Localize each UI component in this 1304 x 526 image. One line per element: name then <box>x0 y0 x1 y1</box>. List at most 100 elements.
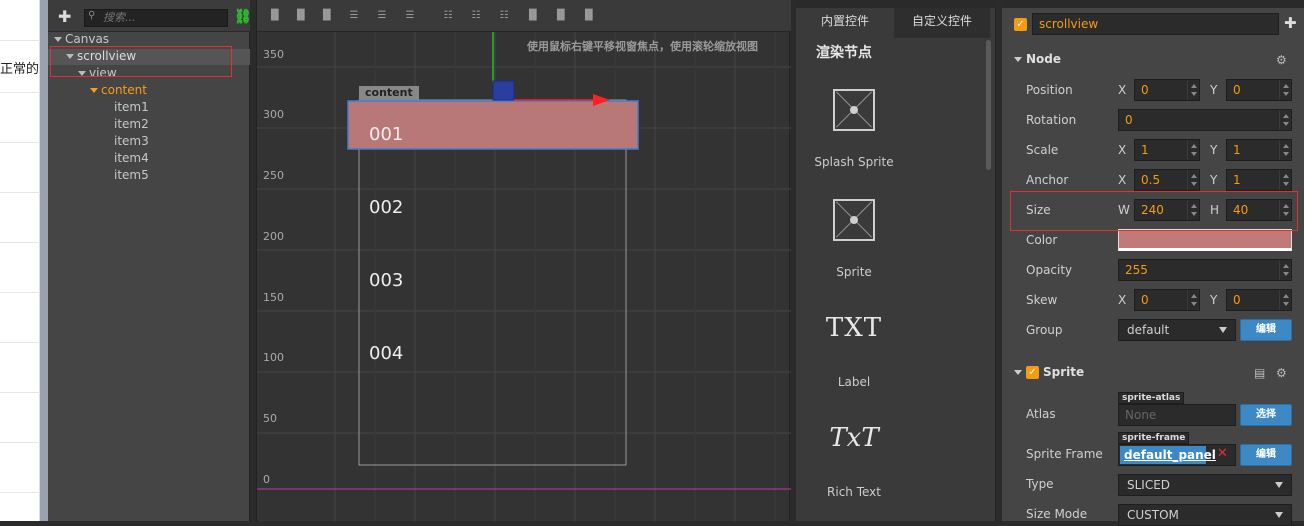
tab-builtin[interactable]: 内置控件 <box>796 8 894 38</box>
stepper-icon[interactable] <box>1187 80 1199 100</box>
align-left-icon[interactable]: ▐▌ <box>267 10 282 22</box>
align-vcenter-icon[interactable]: ☷ <box>469 10 483 22</box>
hierarchy-search-input[interactable]: 搜索... <box>84 9 228 27</box>
edit-sprite-frame-button[interactable]: 编辑 <box>1240 444 1292 466</box>
stepper-icon[interactable] <box>1279 80 1291 100</box>
tree-node-item4[interactable]: item4 <box>114 150 149 167</box>
sprite-frame-tag[interactable]: sprite-frame <box>1118 432 1190 444</box>
distribute-center-icon[interactable]: ☰ <box>375 10 389 22</box>
stepper-icon[interactable] <box>1279 260 1291 280</box>
edit-group-button[interactable]: 编辑 <box>1240 319 1292 341</box>
axis-label: X <box>1118 83 1127 97</box>
skew-y-field[interactable]: 0 <box>1226 289 1292 311</box>
expand-arrow-icon[interactable] <box>54 37 62 42</box>
anchor-y-field[interactable]: 1 <box>1226 169 1292 191</box>
rich-text-icon[interactable]: TxT <box>796 423 912 453</box>
stepper-icon[interactable] <box>1279 110 1291 130</box>
size-mode-select[interactable]: CUSTOM <box>1118 504 1292 526</box>
align-top-icon[interactable]: ☷ <box>441 10 455 22</box>
y-tick-label: 250 <box>263 169 284 182</box>
type-select[interactable]: SLICED <box>1118 474 1292 496</box>
scale-y-field[interactable]: 1 <box>1226 139 1292 161</box>
axis-label: X <box>1118 173 1127 187</box>
scene-panel[interactable]: ▐▌ ▐▌ ▐▌ ☰ ☰ ☰ ☷ ☷ ☷ ▐▌ ▐▌ ▐▌ content 00… <box>256 0 791 521</box>
stepper-icon[interactable] <box>1187 140 1199 160</box>
lib-item-label[interactable]: Rich Text <box>796 485 912 499</box>
position-label: Position <box>1026 83 1073 97</box>
distribute-left-icon[interactable]: ☰ <box>347 10 361 22</box>
anchor-x-field[interactable]: 0.5 <box>1134 169 1200 191</box>
background-text: 正常的 <box>0 62 40 77</box>
opacity-field[interactable]: 255 <box>1118 259 1292 281</box>
node-name-input[interactable]: scrollview <box>1032 13 1279 35</box>
sprite-icon[interactable] <box>833 199 875 241</box>
lib-item-label[interactable]: Label <box>796 375 912 389</box>
axis-label: X <box>1118 293 1127 307</box>
stepper-icon[interactable] <box>1187 170 1199 190</box>
stepper-icon[interactable] <box>1279 290 1291 310</box>
atlas-label: Atlas <box>1026 407 1056 421</box>
tab-custom[interactable]: 自定义控件 <box>894 8 990 38</box>
gear-icon[interactable]: ⚙ <box>1276 53 1287 67</box>
axis-label: Y <box>1210 143 1218 157</box>
collapse-arrow-icon[interactable] <box>1014 370 1022 375</box>
sprite-frame-value[interactable]: default_panel <box>1120 446 1216 464</box>
add-component-button[interactable]: ✚ <box>1284 14 1297 32</box>
distribute-bottom-icon[interactable]: ▐▌ <box>581 10 596 22</box>
axis-label: Y <box>1210 293 1218 307</box>
skew-x-field[interactable]: 0 <box>1134 289 1200 311</box>
tree-node-item5[interactable]: item5 <box>114 167 149 184</box>
tree-node-item1[interactable]: item1 <box>114 99 149 116</box>
sprite-atlas-tag[interactable]: sprite-atlas <box>1118 392 1185 404</box>
axis-label: Y <box>1210 83 1218 97</box>
link-icon[interactable]: ⛓ <box>234 9 252 25</box>
label-icon[interactable]: TXT <box>796 313 912 343</box>
content-tag: content <box>359 86 419 100</box>
scene-toolbar: ▐▌ ▐▌ ▐▌ ☰ ☰ ☰ ☷ ☷ ☷ ▐▌ ▐▌ ▐▌ <box>257 0 791 32</box>
stepper-icon[interactable] <box>1187 290 1199 310</box>
lib-item-label[interactable]: Sprite <box>796 265 912 279</box>
scale-x-field[interactable]: 1 <box>1134 139 1200 161</box>
opacity-label: Opacity <box>1026 263 1073 277</box>
book-icon[interactable]: ▤ <box>1254 366 1265 380</box>
clear-icon[interactable]: ✕ <box>1217 446 1228 461</box>
sprite-frame-field[interactable]: default_panel ✕ <box>1118 444 1236 466</box>
expand-arrow-icon[interactable] <box>90 88 98 93</box>
distribute-vcenter-icon[interactable]: ▐▌ <box>553 10 568 22</box>
tree-node-content[interactable]: content <box>90 82 147 99</box>
gear-icon[interactable]: ⚙ <box>1276 366 1287 380</box>
align-right-icon[interactable]: ▐▌ <box>319 10 334 22</box>
align-hcenter-icon[interactable]: ▐▌ <box>293 10 308 22</box>
dropdown-arrow-icon <box>1275 512 1283 518</box>
scrollbar[interactable] <box>986 40 991 170</box>
y-tick-label: 350 <box>263 48 284 61</box>
position-x-field[interactable]: 0 <box>1134 79 1200 101</box>
align-bottom-icon[interactable]: ☷ <box>497 10 511 22</box>
move-handle[interactable] <box>492 80 515 101</box>
add-node-button[interactable]: ✚ <box>58 7 71 26</box>
sprite-frame-label: Sprite Frame <box>1026 447 1103 461</box>
stepper-icon[interactable] <box>1279 170 1291 190</box>
select-atlas-button[interactable]: 选择 <box>1240 404 1292 426</box>
rotation-field[interactable]: 0 <box>1118 109 1292 131</box>
group-select[interactable]: default <box>1118 319 1236 341</box>
axis-label: Y <box>1210 173 1218 187</box>
sprite-enabled-checkbox[interactable]: ✓ <box>1026 366 1039 379</box>
distribute-top-icon[interactable]: ▐▌ <box>525 10 540 22</box>
tree-node-item3[interactable]: item3 <box>114 133 149 150</box>
atlas-field[interactable]: None <box>1118 404 1236 426</box>
distribute-right-icon[interactable]: ☰ <box>403 10 417 22</box>
hierarchy-panel: ✚ 搜索... ⚲ ⛓ Canvas scrollview view conte… <box>48 0 252 521</box>
stepper-icon[interactable] <box>1279 140 1291 160</box>
color-swatch[interactable] <box>1118 229 1292 251</box>
splash-sprite-icon[interactable] <box>833 89 875 131</box>
sprite-section-header[interactable]: ✓ Sprite <box>1014 365 1084 379</box>
node-section-header[interactable]: Node <box>1014 52 1061 66</box>
scene-viewport[interactable] <box>257 32 791 521</box>
lib-item-label[interactable]: Splash Sprite <box>796 155 912 169</box>
collapse-arrow-icon[interactable] <box>1014 57 1022 62</box>
item-label-004: 004 <box>369 343 404 364</box>
node-active-checkbox[interactable]: ✓ <box>1014 18 1027 31</box>
tree-node-item2[interactable]: item2 <box>114 116 149 133</box>
position-y-field[interactable]: 0 <box>1226 79 1292 101</box>
